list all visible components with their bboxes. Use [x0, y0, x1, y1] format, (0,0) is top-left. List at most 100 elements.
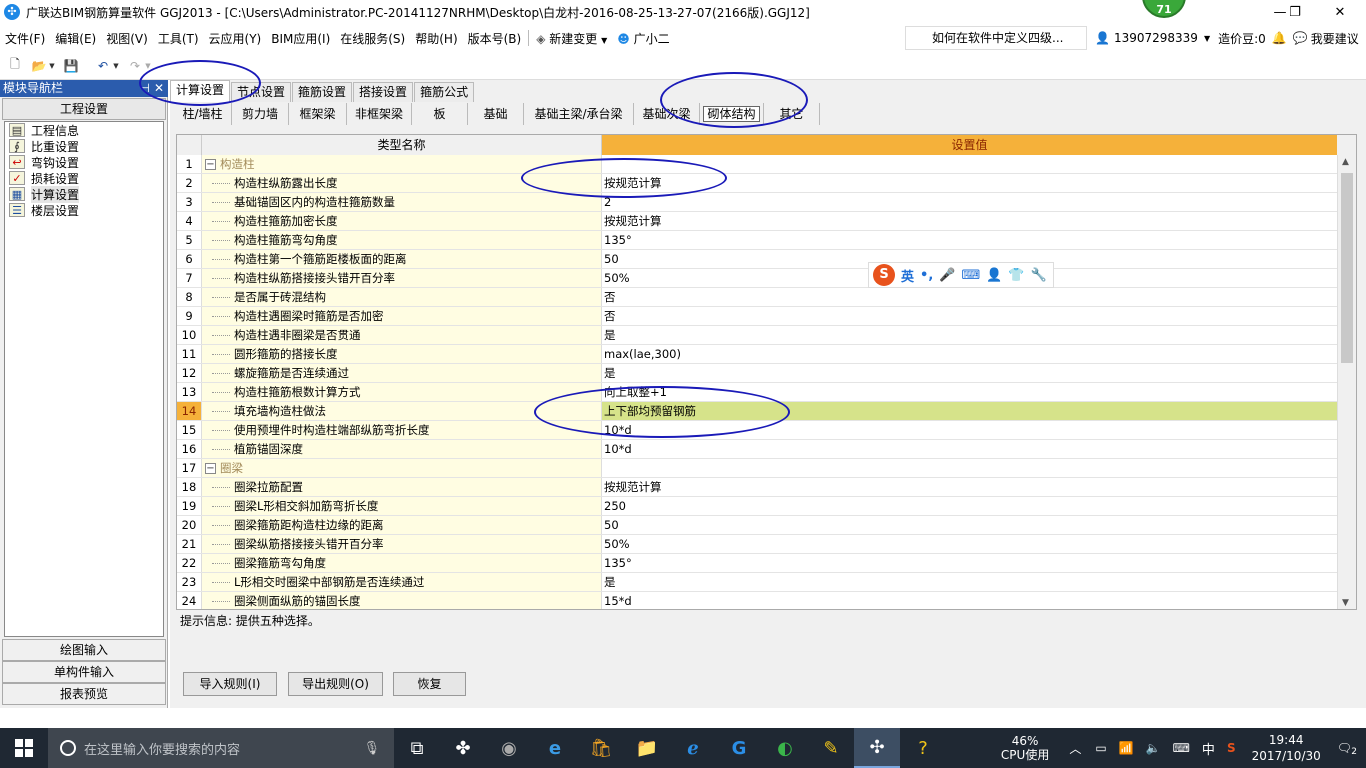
row-value-cell[interactable]: 135° [602, 231, 1337, 249]
menu-file[interactable]: 文件(F) [0, 30, 50, 47]
menu-version[interactable]: 版本号(B) [463, 30, 527, 47]
ime-toolbar[interactable]: S 英 •, 🎤 ⌨ 👤 👕 🔧 [868, 262, 1054, 288]
g-app-icon[interactable]: G [716, 728, 762, 768]
close-button[interactable]: ✕ [1318, 0, 1362, 24]
tab-stirrup-formula[interactable]: 箍筋公式 [414, 82, 475, 102]
chevron-up-icon[interactable]: ︿ [1069, 740, 1081, 757]
start-button[interactable] [0, 728, 48, 768]
table-row[interactable]: 7 构造柱纵筋搭接接头错开百分率 50% [177, 269, 1337, 288]
restore-button[interactable]: 恢复 [393, 672, 466, 696]
row-value-cell[interactable]: 否 [602, 288, 1337, 306]
help-app-icon[interactable]: ? [900, 728, 946, 768]
wrench-icon[interactable]: 🔧 [1031, 268, 1047, 283]
nav-item-hook[interactable]: ↩ 弯钩设置 [5, 154, 163, 170]
row-value-cell[interactable]: 是 [602, 326, 1337, 344]
row-value-cell[interactable]: 15*d [602, 592, 1337, 609]
wifi-icon[interactable]: 📶 [1119, 741, 1134, 755]
row-value-cell[interactable]: 按规范计算 [602, 478, 1337, 496]
tab-slab[interactable]: 板 [412, 103, 468, 125]
row-value-cell[interactable]: 否 [602, 307, 1337, 325]
ime-indicator[interactable]: 中 [1202, 739, 1215, 758]
battery-icon[interactable]: ▭ [1095, 741, 1106, 755]
pinwheel-app-icon[interactable]: ✤ [440, 728, 486, 768]
table-row[interactable]: 24 圈梁侧面纵筋的锚固长度 15*d [177, 592, 1337, 609]
tab-lap-settings[interactable]: 搭接设置 [353, 82, 414, 102]
assistant-menu[interactable]: ☻ 广小二 [612, 30, 674, 47]
table-row[interactable]: 22 圈梁箍筋弯勾角度 135° [177, 554, 1337, 573]
table-row[interactable]: 16 植筋锚固深度 10*d [177, 440, 1337, 459]
new-file-icon[interactable]: 🗋 [6, 57, 24, 74]
open-folder-icon[interactable]: 📂 [30, 58, 48, 74]
undo-icon[interactable]: ↶ [94, 58, 112, 74]
export-rules-button[interactable]: 导出规则(O) [288, 672, 383, 696]
nav-item-project-info[interactable]: ▤ 工程信息 [5, 122, 163, 138]
row-value-cell[interactable]: 是 [602, 364, 1337, 382]
file-explorer-icon[interactable]: 📁 [624, 728, 670, 768]
edge-browser-icon[interactable]: e [532, 728, 578, 768]
ie-browser-icon[interactable]: ℯ [670, 728, 716, 768]
user-icon[interactable]: 👤 [986, 268, 1002, 283]
chevron-down-icon[interactable]: ▼ [1204, 34, 1210, 43]
table-row[interactable]: 6 构造柱第一个箍筋距楼板面的距离 50 [177, 250, 1337, 269]
user-phone[interactable]: 13907298339 [1114, 31, 1198, 45]
cost-bean[interactable]: 造价豆:0 [1218, 30, 1266, 47]
import-rules-button[interactable]: 导入规则(I) [183, 672, 277, 696]
menu-bim[interactable]: BIM应用(I) [266, 30, 335, 47]
table-row[interactable]: 8 是否属于砖混结构 否 [177, 288, 1337, 307]
save-icon[interactable]: 💾 [62, 58, 80, 74]
scrollbar-thumb[interactable] [1341, 173, 1353, 363]
keyboard-icon[interactable]: ⌨ [1173, 741, 1190, 755]
notes-app-icon[interactable]: ✎ [808, 728, 854, 768]
cpu-meter[interactable]: 46% CPU使用 [1001, 734, 1049, 762]
vertical-scrollbar[interactable]: ▲ ▼ [1337, 155, 1356, 609]
keyboard-icon[interactable]: ⌨ [961, 268, 980, 283]
chevron-down-icon[interactable]: ▼ [112, 58, 120, 74]
tab-stirrup-settings[interactable]: 箍筋设置 [292, 82, 353, 102]
tab-nonframe-beam[interactable]: 非框架梁 [347, 103, 412, 125]
row-value-cell[interactable]: 是 [602, 573, 1337, 591]
nav-item-loss[interactable]: ✓ 损耗设置 [5, 170, 163, 186]
menu-online[interactable]: 在线服务(S) [335, 30, 410, 47]
draw-input-button[interactable]: 绘图输入 [2, 639, 166, 661]
help-search-box[interactable]: 如何在软件中定义四级... [905, 26, 1087, 50]
table-row[interactable]: 4 构造柱箍筋加密长度 按规范计算 [177, 212, 1337, 231]
table-row[interactable]: 20 圈梁箍筋距构造柱边缘的距离 50 [177, 516, 1337, 535]
nav-item-floor[interactable]: ☰ 楼层设置 [5, 202, 163, 218]
tab-foundation-beam[interactable]: 基础主梁/承台梁 [524, 103, 634, 125]
table-row[interactable]: 3 基础锚固区内的构造柱箍筋数量 2 [177, 193, 1337, 212]
row-value-cell[interactable]: 250 [602, 497, 1337, 515]
table-row[interactable]: 23 L形相交时圈梁中部钢筋是否连续通过 是 [177, 573, 1337, 592]
row-value-cell[interactable]: 135° [602, 554, 1337, 572]
row-value-cell[interactable] [602, 459, 1337, 477]
single-input-button[interactable]: 单构件输入 [2, 661, 166, 683]
menu-tools[interactable]: 工具(T) [153, 30, 204, 47]
redo-icon[interactable]: ↷ [126, 58, 144, 74]
table-row[interactable]: 9 构造柱遇圈梁时箍筋是否加密 否 [177, 307, 1337, 326]
sogou-tray-icon[interactable]: S [1227, 741, 1236, 755]
microphone-icon[interactable]: 🎤 [939, 268, 955, 283]
table-row[interactable]: 19 圈梁L形相交斜加筋弯折长度 250 [177, 497, 1337, 516]
new-change-menu[interactable]: ◈ 新建变更 ▼ [531, 30, 612, 47]
row-value-cell[interactable]: 按规范计算 [602, 212, 1337, 230]
menu-cloud[interactable]: 云应用(Y) [204, 30, 267, 47]
tab-column[interactable]: 柱/墙柱 [174, 103, 232, 125]
column-header-value[interactable]: 设置值 [602, 135, 1337, 155]
clock[interactable]: 19:44 2017/10/30 [1252, 732, 1321, 764]
ime-lang[interactable]: 英 [901, 266, 914, 285]
ggj-app-icon[interactable]: ✣ [854, 728, 900, 768]
chevron-down-icon[interactable]: ▼ [48, 58, 56, 74]
row-value-cell[interactable]: 50 [602, 516, 1337, 534]
bell-icon[interactable]: 🔔 [1272, 31, 1287, 45]
row-value-cell[interactable]: 10*d [602, 440, 1337, 458]
collapse-icon[interactable]: − [205, 463, 216, 474]
group-row[interactable]: 1− 构造柱 [177, 155, 1337, 174]
tab-foundation[interactable]: 基础 [468, 103, 524, 125]
scroll-down-icon[interactable]: ▼ [1342, 598, 1349, 608]
skin-icon[interactable]: 👕 [1008, 268, 1024, 283]
tab-frame-beam[interactable]: 框架梁 [289, 103, 347, 125]
punctuation-icon[interactable]: •, [920, 268, 933, 283]
table-row[interactable]: 18 圈梁拉筋配置 按规范计算 [177, 478, 1337, 497]
group-row[interactable]: 17− 圈梁 [177, 459, 1337, 478]
table-row[interactable]: 5 构造柱箍筋弯勾角度 135° [177, 231, 1337, 250]
row-value-cell[interactable]: 2 [602, 193, 1337, 211]
